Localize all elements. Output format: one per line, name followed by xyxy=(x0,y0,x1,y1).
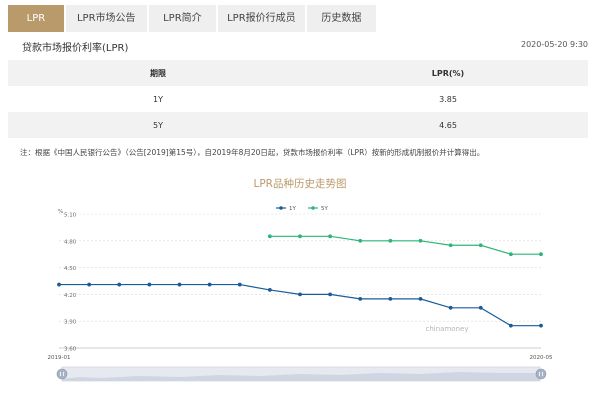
data-point xyxy=(177,282,182,287)
series-lines xyxy=(57,234,543,328)
drag-handle-icon[interactable] xyxy=(56,368,68,380)
chart-legend: 1Y 5Y xyxy=(276,206,328,212)
data-point xyxy=(448,305,453,310)
data-point xyxy=(508,252,513,257)
data-point xyxy=(539,252,543,257)
data-point xyxy=(298,292,302,297)
y-axis: 3.603.904.204.504.805.10% xyxy=(58,209,77,353)
x-tick-end: 2020-05 xyxy=(530,355,553,361)
data-point xyxy=(267,288,272,292)
data-point xyxy=(57,282,61,287)
chart-title: LPR品种历史走势图 xyxy=(254,177,347,190)
range-scrollbar[interactable] xyxy=(56,366,547,382)
publish-date: 2020-05-20 9:30 xyxy=(521,40,588,49)
lpr-history-chart: LPR品种历史走势图 1Y 5Y 3.60 3.90 4.20 4.50 4.80 5.10… xyxy=(0,170,600,404)
legend-label: 5Y xyxy=(321,206,328,212)
tab-bar: LPR LPR市场公告 LPR简介 LPR报价行成员 历史数据 xyxy=(8,5,378,32)
y-tick-label: 4.50 xyxy=(64,266,77,272)
series-line-1y xyxy=(59,283,541,327)
rate-cell: 4.65 xyxy=(439,120,457,130)
data-point xyxy=(147,282,152,287)
data-point xyxy=(388,296,393,301)
data-point xyxy=(237,282,242,287)
data-point xyxy=(358,238,363,243)
tab-history-data[interactable]: 历史数据 xyxy=(306,5,376,32)
watermark-text: chinamoney xyxy=(426,325,469,333)
data-point xyxy=(448,243,453,248)
data-point xyxy=(539,323,543,328)
data-point xyxy=(388,238,393,243)
y-tick-label: 3.60 xyxy=(64,347,77,353)
term-cell: 5Y xyxy=(153,120,163,130)
tab-lpr-intro[interactable]: LPR简介 xyxy=(148,5,217,32)
data-point xyxy=(328,234,333,239)
header-row: 贷款市场报价利率(LPR) 2020-05-20 9:30 xyxy=(22,39,588,55)
legend-swatch-marker xyxy=(279,206,283,210)
rate-cell: 3.85 xyxy=(439,94,457,104)
legend-label: 1Y xyxy=(289,206,296,212)
table-row: 1Y 3.85 xyxy=(8,86,588,112)
tab-lpr[interactable]: LPR xyxy=(8,5,64,32)
lpr-rate-table: 期限 LPR(%) 1Y 3.85 5Y 4.65 xyxy=(8,60,588,138)
term-cell: 1Y xyxy=(153,94,163,104)
data-point xyxy=(267,234,272,239)
data-point xyxy=(207,282,212,287)
legend-swatch-marker xyxy=(311,206,315,210)
column-header-rate: LPR(%) xyxy=(431,68,465,78)
grid-lines xyxy=(59,213,541,322)
data-point xyxy=(358,296,363,301)
data-point xyxy=(117,282,122,287)
table-header-row: 期限 LPR(%) xyxy=(8,60,588,86)
data-point xyxy=(418,238,423,243)
chart-svg: LPR品种历史走势图 1Y 5Y 3.60 3.90 4.20 4.50 4.80 5.10… xyxy=(48,177,553,382)
data-point xyxy=(298,234,302,239)
series-line-5y xyxy=(269,235,541,255)
data-point xyxy=(418,296,423,301)
tab-lpr-announcements[interactable]: LPR市场公告 xyxy=(65,5,147,32)
y-tick-label: 5.10 xyxy=(64,213,77,219)
data-point xyxy=(87,282,92,287)
data-point xyxy=(508,323,513,328)
data-point xyxy=(328,292,333,297)
y-tick-label: 3.90 xyxy=(64,320,77,326)
drag-handle-icon[interactable] xyxy=(535,368,547,380)
table-row: 5Y 4.65 xyxy=(8,112,588,138)
footnote: 注：根据《中国人民银行公告》（公告[2019]第15号），自2019年8月20日… xyxy=(20,148,485,157)
y-tick-label: 4.80 xyxy=(64,239,77,245)
y-tick-label: 4.20 xyxy=(64,293,77,299)
column-header-term: 期限 xyxy=(150,68,166,78)
data-point xyxy=(478,305,483,310)
tab-lpr-members[interactable]: LPR报价行成员 xyxy=(218,5,305,32)
x-tick-start: 2019-01 xyxy=(48,355,71,361)
data-point xyxy=(478,243,483,248)
page-title: 贷款市场报价利率(LPR) xyxy=(22,43,129,54)
